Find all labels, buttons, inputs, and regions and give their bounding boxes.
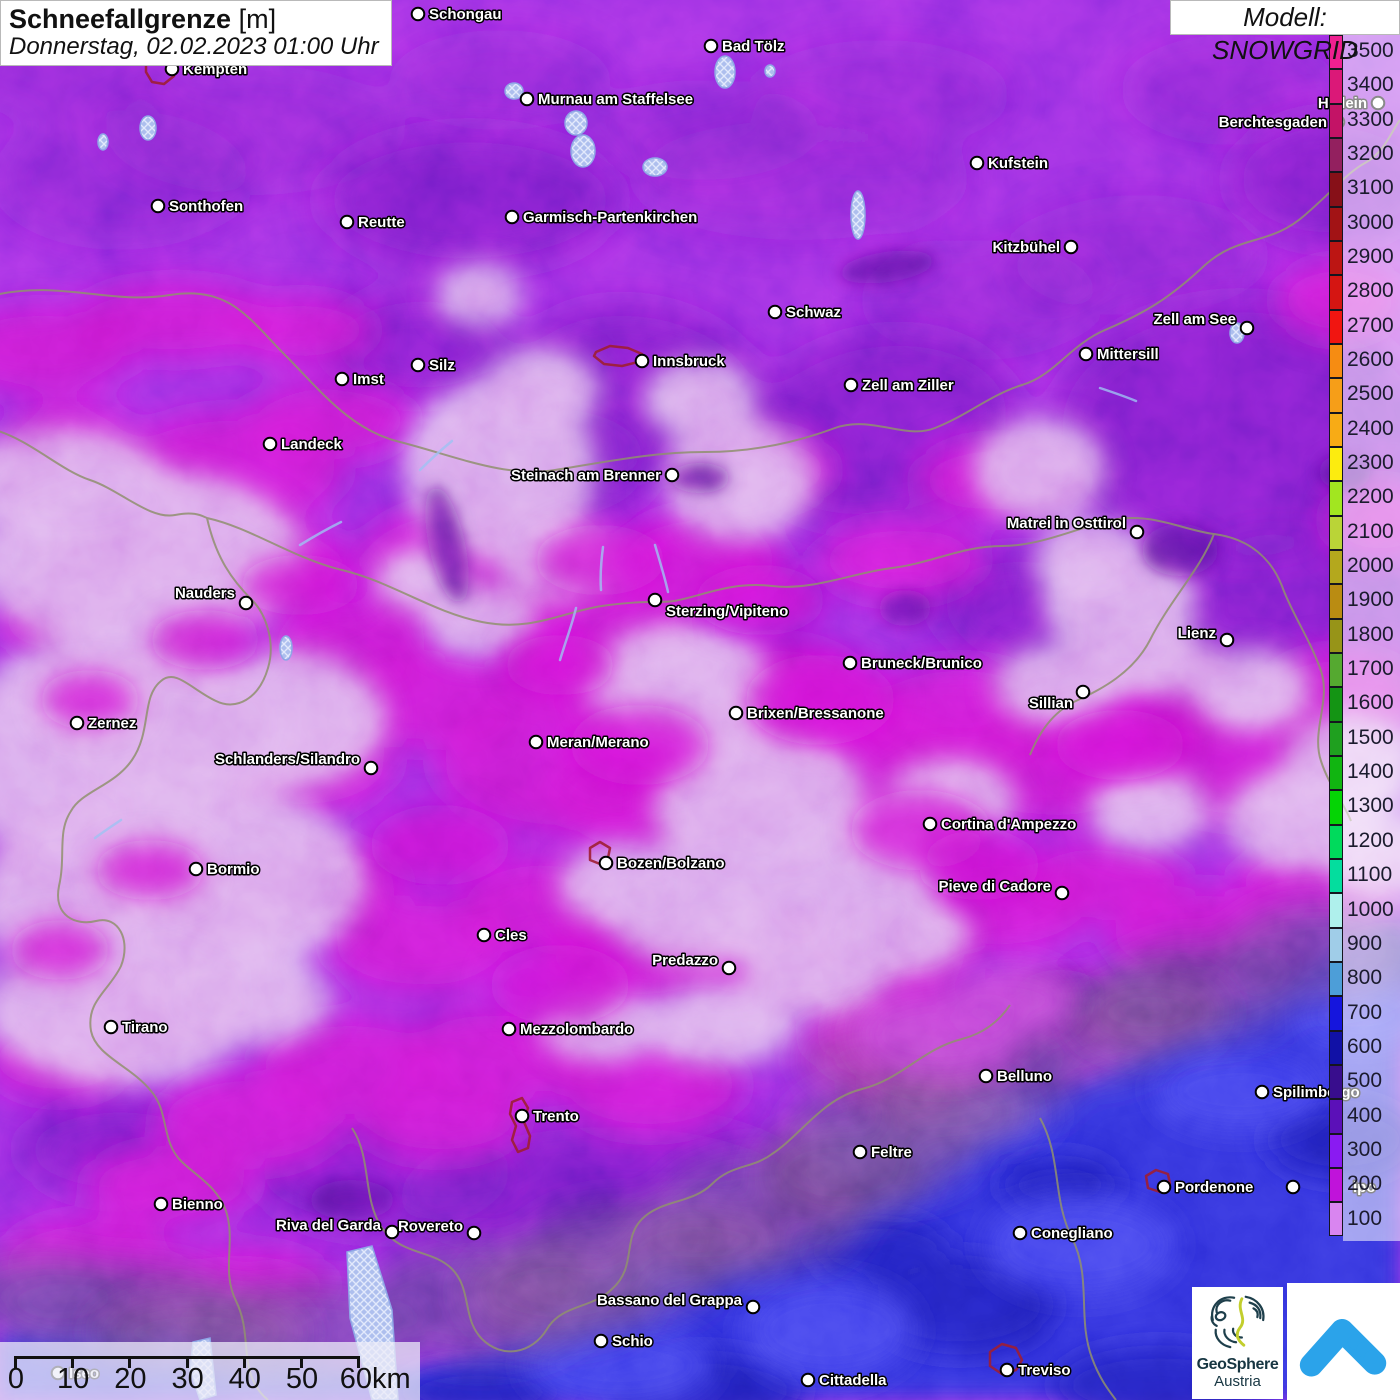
colorbar-label-2100: 2100 [1347,521,1394,542]
colorbar-segment-3300 [1329,104,1343,138]
colorbar-label-1800: 1800 [1347,624,1394,645]
snowfall-limit-map: SchongauBad TölzKemptenMurnau am Staffel… [0,0,1400,1400]
colorbar-segment-1700 [1329,653,1343,687]
model-label: Modell: SNOWGRID [1170,0,1400,35]
colorbar-segment-1400 [1329,756,1343,790]
colorbar-label-1100: 1100 [1347,864,1392,885]
scalebar-label-0: 0 [8,1363,24,1396]
scalebar-label-60km: 60km [340,1363,411,1396]
colorbar-label-3300: 3300 [1347,109,1394,130]
colorbar-label-200: 200 [1347,1173,1382,1194]
colorbar-segment-400 [1329,1099,1343,1133]
partner-logo [1287,1283,1400,1400]
scalebar-label-10: 10 [57,1363,89,1396]
colorbar-label-1400: 1400 [1347,761,1394,782]
terrain-grain-noise [0,0,1400,1400]
colorbar-segment-2300 [1329,447,1343,481]
colorbar-label-600: 600 [1347,1036,1382,1057]
scalebar-label-20: 20 [114,1363,146,1396]
colorbar-segment-3200 [1329,138,1343,172]
colorbar-label-500: 500 [1347,1070,1382,1091]
colorbar-segment-2100 [1329,516,1343,550]
title-box: Schneefallgrenze [m] Donnerstag, 02.02.2… [0,0,392,66]
geosphere-logo: GeoSphere Austria [1192,1287,1283,1399]
colorbar-label-1700: 1700 [1347,658,1394,679]
colorbar-segment-2900 [1329,241,1343,275]
blue-mountain-icon [1296,1294,1392,1390]
weather-map-canvas [0,0,1400,1400]
geosphere-logo-text: GeoSphere [1192,1356,1283,1373]
colorbar-label-1300: 1300 [1347,795,1394,816]
colorbar-segment-1100 [1329,859,1343,893]
colorbar-segment-1600 [1329,687,1343,721]
colorbar-label-1600: 1600 [1347,692,1394,713]
colorbar-segment-200 [1329,1168,1343,1202]
geosphere-contour-icon [1207,1291,1269,1351]
map-title: Schneefallgrenze [m] [9,4,379,34]
colorbar-label-900: 900 [1347,933,1382,954]
colorbar-segment-2700 [1329,310,1343,344]
colorbar-segment-2800 [1329,275,1343,309]
title-parameter: Schneefallgrenze [9,4,231,34]
colorbar-label-1200: 1200 [1347,830,1394,851]
colorbar-segment-3100 [1329,172,1343,206]
colorbar-segment-3000 [1329,207,1343,241]
colorbar-label-2000: 2000 [1347,555,1394,576]
colorbar-segment-100 [1329,1202,1343,1236]
colorbar-label-3100: 3100 [1347,177,1394,198]
colorbar-segment-1000 [1329,893,1343,927]
scalebar-label-30: 30 [171,1363,203,1396]
colorbar-segment-500 [1329,1065,1343,1099]
colorbar-label-3400: 3400 [1347,74,1394,95]
colorbar-label-100: 100 [1347,1208,1382,1229]
lake-achensee [851,191,865,239]
colorbar-label-2600: 2600 [1347,349,1394,370]
map-datetime: Donnerstag, 02.02.2023 01:00 Uhr [9,34,379,60]
colorbar-segment-1300 [1329,790,1343,824]
colorbar-segment-2000 [1329,550,1343,584]
colorbar-segment-600 [1329,1031,1343,1065]
colorbar-segment-1200 [1329,825,1343,859]
scalebar-label-40: 40 [229,1363,261,1396]
colorbar-label-2800: 2800 [1347,280,1394,301]
colorbar [1329,35,1343,1236]
colorbar-segment-1500 [1329,722,1343,756]
colorbar-segment-300 [1329,1134,1343,1168]
colorbar-label-3200: 3200 [1347,143,1394,164]
colorbar-segment-2400 [1329,413,1343,447]
colorbar-label-1500: 1500 [1347,727,1394,748]
colorbar-segment-800 [1329,962,1343,996]
colorbar-segment-900 [1329,928,1343,962]
colorbar-label-2900: 2900 [1347,246,1394,267]
colorbar-label-2200: 2200 [1347,486,1394,507]
geosphere-logo-subtext: Austria [1192,1373,1283,1390]
scalebar-label-50: 50 [286,1363,318,1396]
colorbar-label-400: 400 [1347,1105,1382,1126]
colorbar-segment-700 [1329,996,1343,1030]
colorbar-label-300: 300 [1347,1139,1382,1160]
colorbar-label-1900: 1900 [1347,589,1394,610]
colorbar-segment-1800 [1329,619,1343,653]
colorbar-segment-2500 [1329,378,1343,412]
distance-scalebar: 0 10 20 30 40 50 60km [0,1342,420,1400]
colorbar-segment-2200 [1329,481,1343,515]
colorbar-label-2700: 2700 [1347,315,1394,336]
lake-zell [1230,323,1244,343]
colorbar-segment-3400 [1329,69,1343,103]
title-unit: [m] [231,4,276,34]
colorbar-segment-1900 [1329,584,1343,618]
colorbar-label-1000: 1000 [1347,899,1394,920]
colorbar-label-2300: 2300 [1347,452,1394,473]
colorbar-segment-2600 [1329,344,1343,378]
colorbar-label-3000: 3000 [1347,212,1394,233]
colorbar-label-800: 800 [1347,967,1382,988]
colorbar-label-2400: 2400 [1347,418,1394,439]
colorbar-label-2500: 2500 [1347,383,1394,404]
colorbar-label-700: 700 [1347,1002,1382,1023]
